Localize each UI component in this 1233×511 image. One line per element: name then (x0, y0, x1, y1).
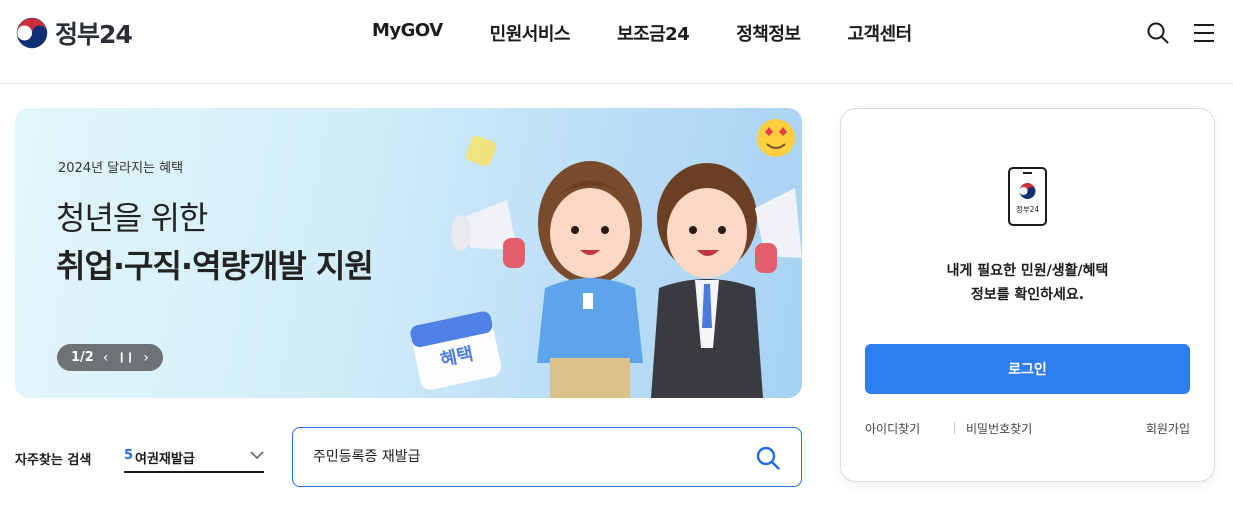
nav-policy-info[interactable]: 정책정보 (736, 20, 801, 46)
frequent-search-item: 여권재발급 (135, 452, 195, 467)
mobile-phone-icon: 정부24 (1008, 167, 1047, 226)
taegeuk-logo-icon (15, 16, 49, 50)
login-button[interactable]: 로그인 (865, 344, 1190, 394)
next-icon[interactable]: › (143, 350, 149, 366)
frequent-search-rank: 5 (124, 448, 134, 463)
search-submit-icon[interactable] (755, 445, 781, 471)
login-message-line2: 정보를 확인하세요. (970, 287, 1085, 303)
nav-mygov[interactable]: MyGOV (372, 20, 443, 46)
calendar-icon: 혜택 (410, 311, 502, 390)
link-divider (954, 422, 955, 434)
menu-icon[interactable] (1192, 21, 1216, 45)
search-icon[interactable] (1146, 21, 1170, 45)
nav-customer-center[interactable]: 고객센터 (847, 20, 912, 46)
find-password-link[interactable]: 비밀번호찾기 (966, 420, 1032, 437)
promo-banner[interactable]: 2024년 달라지는 혜택 청년을 위한 취업·구직·역량개발 지원 혜택 1/… (15, 108, 802, 398)
nav-subsidy24[interactable]: 보조금24 (617, 20, 690, 46)
chevron-down-icon (250, 451, 264, 460)
pager-count: 1/2 (71, 350, 94, 365)
frequent-search-label: 자주찾는 검색 (15, 453, 92, 468)
search-box (292, 427, 802, 487)
phone-label: 정부24 (1016, 204, 1040, 214)
login-message-line1: 내게 필요한 민원/생활/혜택 (946, 263, 1109, 279)
nav-civil-service[interactable]: 민원서비스 (490, 20, 571, 46)
login-card: 정부24 내게 필요한 민원/생활/혜택 정보를 확인하세요. 로그인 아이디찾… (840, 108, 1215, 482)
banner-title-line1: 청년을 위한 (56, 199, 208, 237)
banner-pager: 1/2 ‹ ❙❙ › (57, 344, 163, 371)
prev-icon[interactable]: ‹ (103, 350, 109, 366)
logo-text: 정부24 (55, 20, 133, 49)
banner-title: 청년을 위한 취업·구직·역량개발 지원 (56, 194, 374, 290)
logo[interactable]: 정부24 (15, 15, 133, 51)
main-nav: MyGOV 민원서비스 보조금24 정책정보 고객센터 (372, 20, 959, 46)
signup-link[interactable]: 회원가입 (1146, 420, 1190, 437)
frequent-search-select[interactable]: 5 여권재발급 (124, 440, 264, 473)
login-message: 내게 필요한 민원/생활/혜택 정보를 확인하세요. (841, 259, 1214, 307)
youth-characters-illustration: 혜택 (410, 119, 802, 398)
site-header: 정부24 MyGOV 민원서비스 보조금24 정책정보 고객센터 (0, 0, 1233, 84)
search-input[interactable] (313, 448, 733, 464)
find-id-link[interactable]: 아이디찾기 (865, 420, 920, 437)
pause-icon[interactable]: ❙❙ (117, 352, 134, 363)
banner-title-line2: 취업·구직·역량개발 지원 (56, 247, 374, 285)
banner-subtitle: 2024년 달라지는 혜택 (58, 161, 184, 176)
